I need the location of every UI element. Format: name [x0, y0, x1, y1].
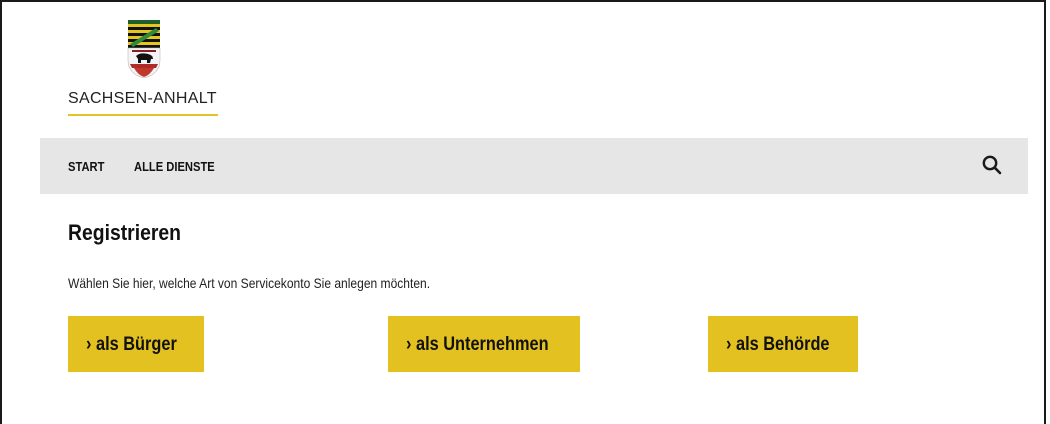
page-frame: SACHSEN-ANHALT START ALLE DIENSTE Regist… [0, 0, 1046, 424]
main-navigation: START ALLE DIENSTE [40, 138, 1028, 194]
register-citizen-button[interactable]: › als Bürger [68, 316, 204, 372]
search-icon[interactable] [980, 153, 1004, 177]
logo-underline [68, 114, 218, 116]
coat-of-arms-icon [127, 20, 161, 78]
nav-item-start[interactable]: START [68, 159, 104, 174]
register-company-button[interactable]: › als Unternehmen [388, 316, 580, 372]
register-company-label: › als Unternehmen [406, 334, 549, 355]
page-title: Registrieren [68, 220, 181, 245]
nav-item-alle-dienste[interactable]: ALLE DIENSTE [134, 159, 215, 174]
register-authority-label: › als Behörde [726, 334, 830, 355]
logo-wordmark: SACHSEN-ANHALT [68, 90, 217, 107]
intro-text: Wählen Sie hier, welche Art von Servicek… [68, 275, 431, 291]
register-citizen-label: › als Bürger [86, 334, 177, 355]
register-authority-button[interactable]: › als Behörde [708, 316, 858, 372]
